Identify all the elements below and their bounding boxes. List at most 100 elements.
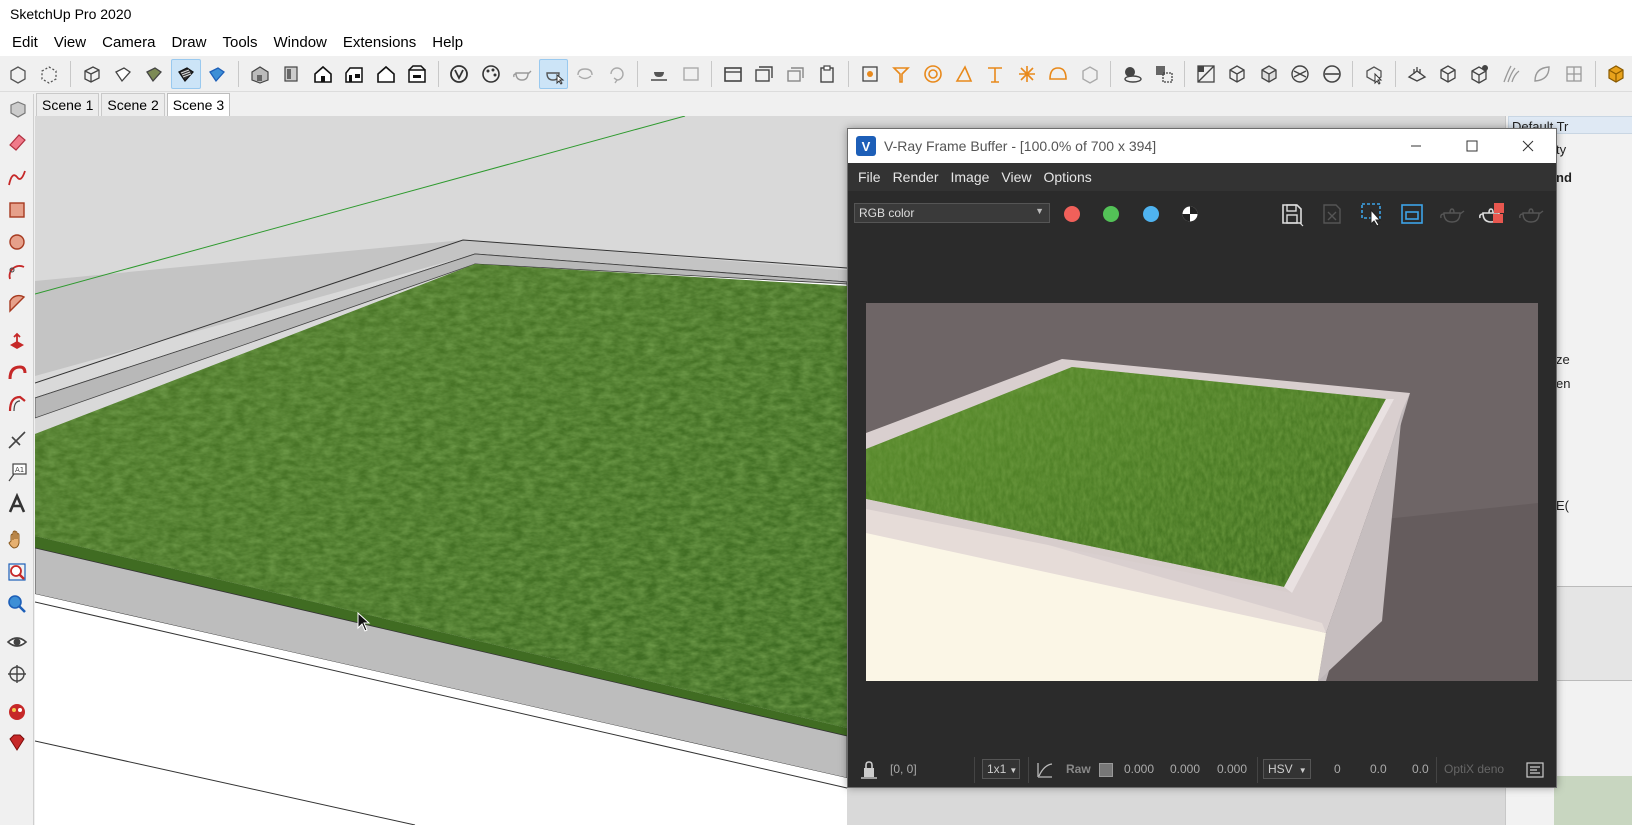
vray-clipper-icon[interactable] xyxy=(1254,59,1283,89)
close-button[interactable] xyxy=(1500,129,1556,163)
menu-tools[interactable]: Tools xyxy=(214,31,265,54)
menu-help[interactable]: Help xyxy=(424,31,471,54)
vray-batch-render-icon[interactable] xyxy=(602,59,631,89)
clear-image-button[interactable] xyxy=(1316,199,1348,229)
menu-window[interactable]: Window xyxy=(266,31,335,54)
maximize-button[interactable] xyxy=(1444,129,1500,163)
extension-box-icon[interactable] xyxy=(1601,59,1630,89)
menu-view[interactable]: View xyxy=(46,31,94,54)
menu-edit[interactable]: Edit xyxy=(4,31,46,54)
region-select-button[interactable] xyxy=(1356,199,1388,229)
tab-scene-1[interactable]: Scene 1 xyxy=(36,93,100,116)
pie-tool-icon[interactable] xyxy=(3,290,31,318)
vray-omni-light-icon[interactable] xyxy=(1012,59,1041,89)
render-interactive-button[interactable] xyxy=(1436,199,1468,229)
render-button[interactable] xyxy=(1516,199,1548,229)
tab-scene-3[interactable]: Scene 3 xyxy=(166,93,231,116)
stop-render-button[interactable] xyxy=(1476,199,1508,229)
freehand-tool-icon[interactable] xyxy=(3,164,31,192)
red-channel-button[interactable] xyxy=(1054,202,1090,226)
back-view-icon[interactable] xyxy=(371,59,400,89)
top-view-icon[interactable] xyxy=(277,59,306,89)
vray-ies-light-icon[interactable] xyxy=(981,59,1010,89)
rendered-image[interactable] xyxy=(866,303,1538,681)
vray-lister-icon[interactable] xyxy=(676,59,705,89)
vray-frame-buffer-icon[interactable] xyxy=(644,59,673,89)
shaded-icon[interactable] xyxy=(140,59,169,89)
vray-fur-icon[interactable] xyxy=(1191,59,1220,89)
text-tool-icon[interactable]: A1 xyxy=(3,458,31,486)
vray-export-icon[interactable] xyxy=(1286,59,1315,89)
front-view-icon[interactable] xyxy=(308,59,337,89)
iso-view-icon[interactable] xyxy=(245,59,274,89)
3d-text-tool-icon[interactable] xyxy=(3,490,31,518)
zoom-window-tool-icon[interactable] xyxy=(3,558,31,586)
shaded-textures-icon[interactable] xyxy=(171,58,201,89)
menu-camera[interactable]: Camera xyxy=(94,31,163,54)
vray-mesh-light-icon[interactable] xyxy=(1075,59,1104,89)
vray-grid-icon[interactable] xyxy=(1559,59,1588,89)
rectangle-tool-icon[interactable] xyxy=(3,196,31,224)
monochrome-icon[interactable] xyxy=(203,59,232,89)
vray-asset-editor-icon[interactable] xyxy=(445,59,474,89)
sampling-select[interactable]: 1x1 ▼ xyxy=(982,759,1020,779)
push-pull-tool-icon[interactable] xyxy=(3,328,31,356)
hidden-line-icon[interactable] xyxy=(108,59,137,89)
section-plane-icon[interactable] xyxy=(718,59,747,89)
vray-cloud-render-icon[interactable] xyxy=(570,59,599,89)
vray-interactive-render-icon[interactable] xyxy=(539,58,569,89)
menu-extensions[interactable]: Extensions xyxy=(335,31,424,54)
display-section-cuts-icon[interactable] xyxy=(750,59,779,89)
vray-dome-light-icon[interactable] xyxy=(1044,59,1073,89)
pan-tool-icon[interactable] xyxy=(3,526,31,554)
green-channel-button[interactable] xyxy=(1093,202,1129,226)
vray-box-icon[interactable] xyxy=(1433,59,1462,89)
color-mode-select[interactable]: HSV ▼ xyxy=(1263,759,1311,779)
vray-spot-light-icon[interactable] xyxy=(886,59,915,89)
vray-uninstall-icon[interactable] xyxy=(1317,59,1346,89)
vray-palette-icon[interactable] xyxy=(476,59,505,89)
display-section-planes-icon[interactable] xyxy=(781,59,810,89)
layers-panel-icon[interactable] xyxy=(1526,762,1544,778)
vray-brush-icon[interactable] xyxy=(1496,59,1525,89)
vfb-menu-image[interactable]: Image xyxy=(944,167,995,187)
zoom-extents-tool-icon[interactable] xyxy=(3,590,31,618)
lock-icon[interactable] xyxy=(860,760,878,780)
position-camera-tool-icon[interactable] xyxy=(3,660,31,688)
ruby-console-icon[interactable] xyxy=(3,698,31,726)
polygon-tool-icon[interactable] xyxy=(3,228,31,256)
channel-select[interactable]: RGB color ▼ xyxy=(854,203,1050,223)
vfb-titlebar[interactable]: V V-Ray Frame Buffer - [100.0% of 700 x … xyxy=(848,129,1556,163)
left-view-icon[interactable] xyxy=(402,59,431,89)
menu-draw[interactable]: Draw xyxy=(163,31,214,54)
vfb-menu-view[interactable]: View xyxy=(995,167,1037,187)
vray-rect-light-icon[interactable] xyxy=(949,59,978,89)
eraser-tool-icon[interactable] xyxy=(3,128,31,156)
tape-measure-tool-icon[interactable] xyxy=(3,426,31,454)
back-edges-icon[interactable] xyxy=(34,59,63,89)
vray-infinite-plane-icon[interactable] xyxy=(1117,59,1146,89)
section-fill-icon[interactable] xyxy=(813,59,842,89)
vray-grass-patch-icon[interactable] xyxy=(1402,59,1431,89)
vfb-menu-render[interactable]: Render xyxy=(887,167,945,187)
wireframe-icon[interactable] xyxy=(77,59,106,89)
xray-icon[interactable] xyxy=(3,59,32,89)
alpha-channel-button[interactable] xyxy=(1172,202,1208,226)
ruby-gem-icon[interactable] xyxy=(3,728,31,756)
vfb-menu-file[interactable]: File xyxy=(852,167,887,187)
vray-scatter-icon[interactable] xyxy=(1223,59,1252,89)
arc-tool-icon[interactable] xyxy=(3,258,31,286)
select-tool-icon[interactable] xyxy=(3,96,31,124)
vfb-menu-options[interactable]: Options xyxy=(1038,167,1098,187)
vray-render-teapot-icon[interactable] xyxy=(508,59,537,89)
right-view-icon[interactable] xyxy=(339,59,368,89)
tab-scene-2[interactable]: Scene 2 xyxy=(101,93,165,116)
save-image-button[interactable] xyxy=(1276,199,1308,229)
vray-box-plus-icon[interactable] xyxy=(1465,59,1494,89)
vray-sun-icon[interactable] xyxy=(855,59,884,89)
follow-me-tool-icon[interactable] xyxy=(3,360,31,388)
look-around-tool-icon[interactable] xyxy=(3,628,31,656)
vray-leaf-icon[interactable] xyxy=(1528,59,1557,89)
track-mouse-button[interactable] xyxy=(1396,199,1428,229)
blue-channel-button[interactable] xyxy=(1133,202,1169,226)
